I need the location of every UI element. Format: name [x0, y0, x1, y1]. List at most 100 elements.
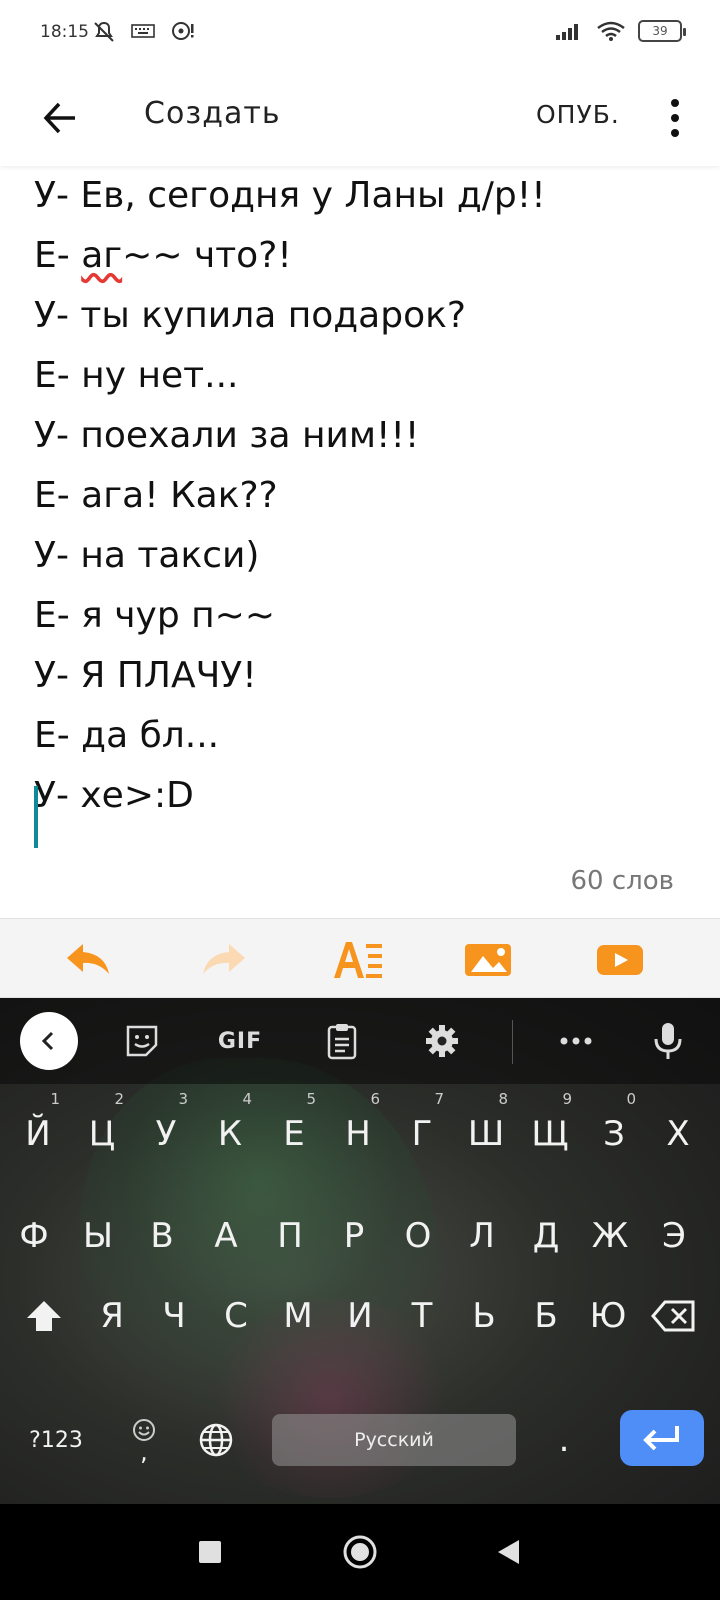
text-caret [34, 786, 38, 848]
key-number-hint: 7 [434, 1090, 444, 1108]
text-editor[interactable]: У- Ев, сегодня у Ланы д/р!! Е- аг~~ что?… [34, 166, 694, 866]
key-label: К [217, 1114, 243, 1154]
back-button[interactable] [32, 90, 88, 146]
editor-toolbar [0, 918, 720, 998]
key[interactable]: Х [648, 1084, 708, 1184]
symbols-key[interactable]: ?123 [20, 1390, 92, 1490]
space-bar[interactable]: Русский [272, 1414, 516, 1466]
key-label: З [603, 1114, 625, 1154]
status-system-icons: 39 [554, 20, 686, 42]
key[interactable]: 1Й [8, 1084, 68, 1184]
key[interactable]: Ь [454, 1266, 514, 1366]
voice-input-button[interactable] [644, 1014, 692, 1068]
key[interactable]: 8Ш [456, 1084, 516, 1184]
text-line: У- ты купила подарок? [34, 295, 466, 336]
text-line: Е- я чур п~~ [34, 595, 276, 636]
text-line: У- Ев, сегодня у Ланы д/р!! [34, 175, 546, 216]
backspace-key[interactable] [636, 1266, 712, 1366]
collapse-toolbar-button[interactable] [20, 1012, 78, 1070]
mute-icon [94, 21, 114, 42]
sticker-button[interactable] [118, 1014, 166, 1068]
undo-button[interactable] [60, 937, 116, 983]
language-key[interactable] [186, 1390, 246, 1490]
clipboard-button[interactable] [318, 1014, 366, 1068]
text-line: У- хе>:D [34, 775, 194, 816]
sticker-icon [126, 1025, 158, 1057]
battery-indicator: 39 [638, 20, 686, 42]
key-number-hint: 1 [50, 1090, 60, 1108]
key-label: Ш [467, 1114, 505, 1154]
misspelled-word[interactable]: аг [81, 235, 122, 276]
text-line: У- на такси) [34, 535, 260, 576]
keyboard-icon [131, 24, 155, 38]
globe-icon [199, 1423, 233, 1457]
key[interactable]: И [330, 1266, 390, 1366]
key[interactable]: 6Н [328, 1084, 388, 1184]
text-line: У- поехали за ним!!! [34, 415, 420, 456]
key-label: , [140, 1438, 148, 1466]
key[interactable]: Ю [578, 1266, 638, 1366]
key[interactable]: М [268, 1266, 328, 1366]
wifi-icon [597, 21, 625, 41]
soft-keyboard: GIF 1Й 2Ц 3У 4К 5Е 6Н 7Г 8Ш 9Щ 0З Х Ф Ы … [0, 998, 720, 1504]
key[interactable]: 0З [584, 1084, 644, 1184]
word-count: 60 слов [570, 866, 675, 896]
shift-key[interactable] [12, 1266, 76, 1366]
gif-button[interactable]: GIF [210, 1014, 270, 1068]
recents-button[interactable] [186, 1528, 234, 1576]
redo-button[interactable] [196, 937, 252, 983]
key[interactable]: С [206, 1266, 266, 1366]
key[interactable]: Я [82, 1266, 142, 1366]
insert-image-button[interactable] [460, 937, 516, 983]
gear-icon [426, 1025, 458, 1057]
key-label: Х [666, 1114, 690, 1154]
key[interactable]: Б [516, 1266, 576, 1366]
key[interactable]: 3У [136, 1084, 196, 1184]
period-key[interactable]: . [532, 1390, 596, 1490]
square-icon [199, 1541, 221, 1563]
more-tools-button[interactable] [546, 1014, 606, 1068]
signal-icon [556, 24, 578, 40]
clipboard-icon [327, 1024, 357, 1060]
key[interactable]: 2Ц [72, 1084, 132, 1184]
enter-icon [643, 1426, 679, 1451]
key-label: Щ [531, 1114, 569, 1154]
shift-icon [27, 1301, 61, 1331]
text-line: Е- аг~~ что?! [34, 226, 694, 286]
key[interactable]: 5Е [264, 1084, 324, 1184]
key-number-hint: 3 [178, 1090, 188, 1108]
key[interactable]: Ч [144, 1266, 204, 1366]
enter-key[interactable] [620, 1410, 704, 1466]
key[interactable]: 7Г [392, 1084, 452, 1184]
key-number-hint: 6 [370, 1090, 380, 1108]
key-number-hint: 2 [114, 1090, 124, 1108]
keyboard-suggestion-bar: GIF [0, 998, 720, 1084]
microphone-icon [654, 1023, 682, 1059]
home-button[interactable] [336, 1528, 384, 1576]
video-icon [597, 945, 643, 975]
text-line: Е- ага! Как?? [34, 475, 278, 516]
more-options-icon[interactable] [655, 92, 695, 144]
undo-icon [67, 944, 109, 974]
chevron-left-icon [41, 1031, 54, 1051]
key-number-hint: 4 [242, 1090, 252, 1108]
back-nav-button[interactable] [484, 1528, 532, 1576]
comma-emoji-key[interactable]: , [116, 1390, 172, 1490]
key-label: Ц [88, 1114, 116, 1154]
key-label: У [155, 1114, 177, 1154]
key-label: Г [411, 1114, 433, 1154]
key[interactable]: 4К [200, 1084, 260, 1184]
settings-button[interactable] [418, 1014, 466, 1068]
key[interactable]: 9Щ [520, 1084, 580, 1184]
text-format-button[interactable] [330, 937, 386, 983]
text-line: Е- да бл... [34, 715, 220, 756]
key-number-hint: 0 [626, 1090, 636, 1108]
divider [512, 1020, 513, 1064]
publish-button[interactable]: ОПУБ. [536, 100, 620, 129]
system-nav-bar [0, 1504, 720, 1600]
insert-video-button[interactable] [592, 937, 648, 983]
key[interactable]: Т [392, 1266, 452, 1366]
page-title: Создать [144, 96, 281, 131]
image-icon [465, 944, 511, 976]
ellipsis-icon [560, 1037, 592, 1045]
